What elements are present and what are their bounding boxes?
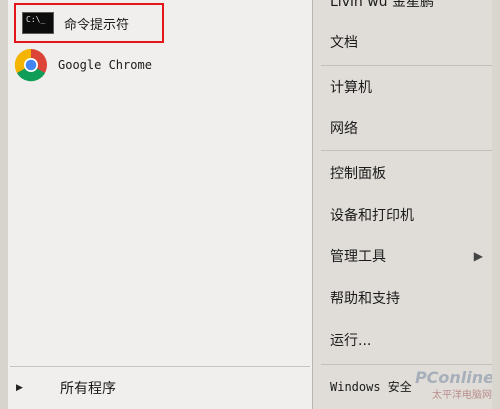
menu-item-label: 管理工具 — [330, 249, 386, 265]
menu-item-admin-tools[interactable]: 管理工具 ▶ — [330, 241, 495, 271]
menu-item-label: 计算机 — [330, 80, 372, 96]
watermark-logo: PConline — [414, 368, 494, 387]
right-edge — [492, 0, 500, 409]
menu-item-label: 帮助和支持 — [330, 291, 400, 307]
menu-item-control-panel[interactable]: 控制面板 — [330, 158, 495, 188]
menu-item-help-support[interactable]: 帮助和支持 — [330, 283, 495, 313]
user-name-label: Livin wu 金星鹏 — [330, 0, 434, 10]
menu-item-run[interactable]: 运行... — [330, 325, 495, 355]
start-menu-places-pane: Livin wu 金星鹏 文档 计算机 网络 控制面板 设备和打印机 管理工具 … — [313, 0, 500, 409]
menu-item-label: 设备和打印机 — [330, 208, 414, 224]
start-menu-programs-pane: C:\_ 命令提示符 Google Chrome ▶ 所有程序 — [0, 0, 313, 409]
menu-item-computer[interactable]: 计算机 — [330, 72, 495, 102]
separator — [321, 150, 493, 151]
separator — [321, 65, 493, 66]
chrome-icon — [14, 48, 47, 82]
separator — [321, 364, 493, 365]
menu-item-documents[interactable]: 文档 — [330, 27, 495, 57]
menu-item-label: 运行... — [330, 333, 372, 349]
windows-security-label: Windows 安全 — [330, 379, 412, 394]
all-programs-button[interactable]: ▶ 所有程序 — [10, 374, 290, 402]
left-edge — [0, 0, 8, 409]
program-command-prompt[interactable]: C:\_ 命令提示符 — [14, 3, 164, 43]
all-programs-label: 所有程序 — [60, 381, 116, 397]
menu-item-label: 文档 — [330, 35, 358, 51]
program-label: Google Chrome — [58, 58, 152, 72]
menu-item-devices-printers[interactable]: 设备和打印机 — [330, 200, 495, 230]
program-label: 命令提示符 — [64, 17, 130, 33]
menu-item-network[interactable]: 网络 — [330, 113, 495, 143]
submenu-arrow-icon: ▶ — [473, 249, 483, 263]
watermark-sub: 太平洋电脑网 — [432, 390, 492, 401]
menu-item-label: 控制面板 — [330, 166, 386, 182]
cmd-icon: C:\_ — [22, 12, 54, 34]
divider — [10, 366, 310, 367]
menu-item-label: 网络 — [330, 121, 358, 137]
triangle-right-icon: ▶ — [16, 383, 23, 393]
user-name-item[interactable]: Livin wu 金星鹏 — [330, 0, 495, 16]
program-google-chrome[interactable]: Google Chrome — [14, 47, 214, 83]
